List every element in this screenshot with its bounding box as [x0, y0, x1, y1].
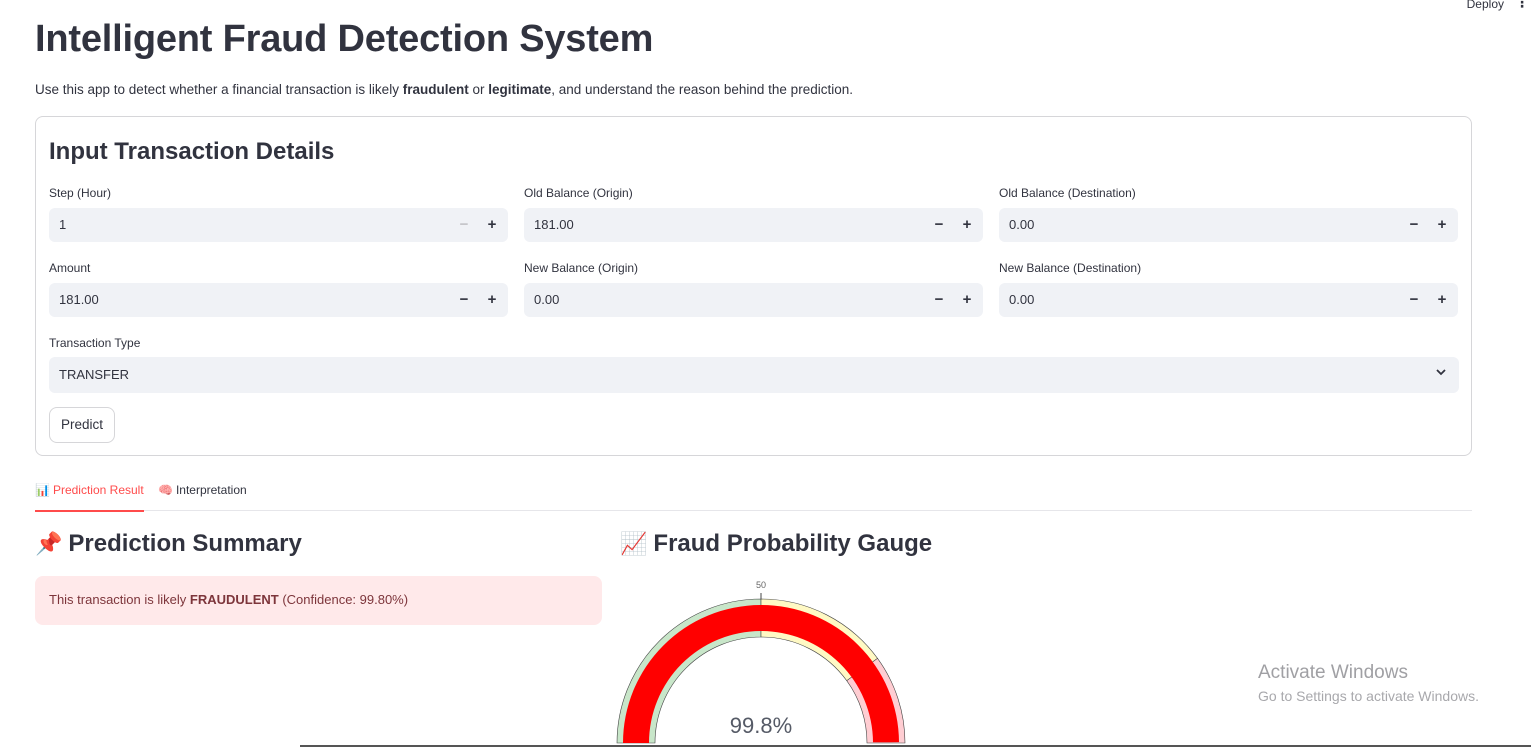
predict-button[interactable]: Predict [49, 407, 115, 443]
intro-text-post: , and understand the reason behind the p… [551, 82, 853, 97]
new-balance-dest-value[interactable]: 0.00 [1009, 292, 1034, 307]
old-balance-dest-value[interactable]: 0.00 [1009, 217, 1034, 232]
intro-text-mid: or [468, 82, 489, 97]
amount-decrement-button[interactable]: − [450, 283, 478, 317]
intro-text-pre: Use this app to detect whether a financi… [35, 82, 403, 97]
pushpin-icon: 📌 [35, 531, 63, 556]
step-label: Step (Hour) [49, 186, 112, 200]
tab-interpretation-label: Interpretation [175, 483, 247, 497]
prediction-alert-text: This transaction is likely FRAUDULENT (C… [49, 592, 408, 607]
tab-prediction-result[interactable]: 📊 Prediction Result [35, 480, 144, 512]
new-balance-origin-value[interactable]: 0.00 [534, 292, 559, 307]
old-balance-origin-decrement-button[interactable]: − [925, 208, 953, 242]
old-balance-dest-increment-button[interactable]: + [1428, 208, 1456, 242]
step-input[interactable]: 1 − + [49, 208, 508, 242]
amount-label: Amount [49, 261, 91, 275]
prediction-alert: This transaction is likely FRAUDULENT (C… [35, 576, 602, 625]
result-tabs: 📊 Prediction Result 🧠 Interpretation [35, 480, 1472, 512]
amount-input[interactable]: 181.00 − + [49, 283, 508, 317]
chevron-down-icon[interactable] [1435, 366, 1447, 381]
gauge-heading: 📈 Fraud Probability Gauge [620, 530, 932, 558]
new-balance-origin-input[interactable]: 0.00 − + [524, 283, 983, 317]
input-form: Input Transaction Details Step (Hour) 1 … [35, 116, 1472, 456]
bar-chart-icon: 📊 [35, 483, 50, 497]
transaction-type-select[interactable]: TRANSFER [49, 357, 1459, 393]
main-menu-icon[interactable]: ⋮ [1515, 0, 1529, 11]
prediction-summary-heading: 📌 Prediction Summary [35, 530, 302, 558]
amount-increment-button[interactable]: + [478, 283, 506, 317]
old-balance-origin-increment-button[interactable]: + [953, 208, 981, 242]
old-balance-origin-input[interactable]: 181.00 − + [524, 208, 983, 242]
old-balance-dest-decrement-button[interactable]: − [1400, 208, 1428, 242]
deploy-button[interactable]: Deploy [1467, 0, 1504, 11]
intro-text: Use this app to detect whether a financi… [35, 82, 853, 97]
form-heading: Input Transaction Details [49, 138, 335, 165]
old-balance-origin-label: Old Balance (Origin) [524, 186, 633, 200]
new-balance-dest-label: New Balance (Destination) [999, 261, 1142, 275]
transaction-type-label: Transaction Type [49, 336, 141, 350]
gauge-title: Fraud Probability Gauge [653, 530, 933, 557]
intro-fraudulent: fraudulent [402, 82, 469, 97]
page-title: Intelligent Fraud Detection System [35, 18, 654, 60]
new-balance-origin-label: New Balance (Origin) [524, 261, 639, 275]
tab-prediction-result-label: Prediction Result [52, 483, 144, 497]
transaction-type-value[interactable]: TRANSFER [59, 367, 129, 382]
activate-windows-title: Activate Windows [1258, 662, 1408, 683]
fraud-probability-gauge: 50 99.8% [616, 580, 906, 744]
chart-increasing-icon: 📈 [620, 531, 648, 556]
prediction-summary-title: Prediction Summary [68, 530, 302, 557]
alert-fraudulent: FRAUDULENT [189, 592, 279, 607]
step-decrement-button[interactable]: − [450, 208, 478, 242]
new-balance-dest-decrement-button[interactable]: − [1400, 283, 1428, 317]
new-balance-origin-increment-button[interactable]: + [953, 283, 981, 317]
amount-value[interactable]: 181.00 [59, 292, 99, 307]
gauge-value-text: 99.8% [730, 713, 792, 738]
top-bar: Deploy ⋮ [0, 0, 1531, 14]
old-balance-dest-input[interactable]: 0.00 − + [999, 208, 1458, 242]
step-value[interactable]: 1 [59, 217, 66, 232]
activate-windows-subtitle: Go to Settings to activate Windows. [1258, 688, 1479, 704]
tab-interpretation[interactable]: 🧠 Interpretation [158, 480, 247, 510]
intro-legitimate: legitimate [488, 82, 552, 97]
new-balance-dest-increment-button[interactable]: + [1428, 283, 1456, 317]
old-balance-origin-value[interactable]: 181.00 [534, 217, 574, 232]
new-balance-dest-input[interactable]: 0.00 − + [999, 283, 1458, 317]
brain-icon: 🧠 [158, 483, 173, 497]
new-balance-origin-decrement-button[interactable]: − [925, 283, 953, 317]
old-balance-dest-label: Old Balance (Destination) [999, 186, 1136, 200]
gauge-tick-label: 50 [756, 580, 766, 590]
step-increment-button[interactable]: + [478, 208, 506, 242]
alert-text-post: (Confidence: 99.80%) [278, 592, 409, 607]
alert-text-pre: This transaction is likely [49, 592, 190, 607]
